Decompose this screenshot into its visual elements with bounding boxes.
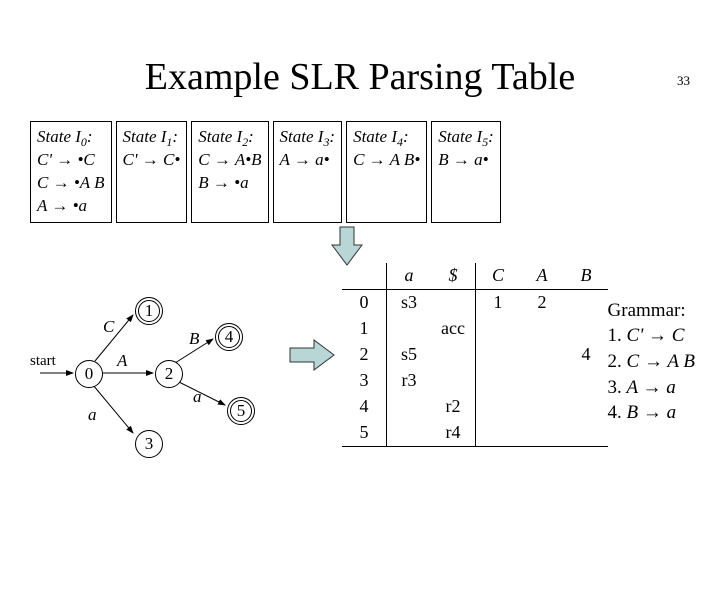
state-title: State I0:: [37, 126, 105, 149]
table-cell: [476, 316, 521, 342]
table-col-header: B: [564, 263, 608, 290]
table-cell: 1: [476, 289, 521, 316]
table-cell: [520, 420, 564, 447]
state-title: State I5:: [438, 126, 494, 149]
table-cell: s3: [387, 289, 432, 316]
state-box-5: State I5:B → a•: [431, 121, 501, 223]
table-cell: [520, 394, 564, 420]
table-col-header: A: [520, 263, 564, 290]
state-item: B → a•: [438, 149, 494, 172]
table-row-header: 3: [342, 368, 387, 394]
edge-label-C: C: [103, 317, 114, 337]
table-cell: acc: [431, 316, 476, 342]
table-cell: 2: [520, 289, 564, 316]
table-cell: [564, 316, 608, 342]
table-cell: [564, 420, 608, 447]
grammar-heading: Grammar:: [608, 298, 695, 324]
state-title: State I2:: [198, 126, 261, 149]
grammar-rule: 3. A → a: [608, 375, 695, 401]
dfa-node-4: 4: [215, 323, 243, 351]
state-item: A → a•: [280, 149, 336, 172]
state-box-4: State I4:C → A B•: [346, 121, 427, 223]
dfa-node-2: 2: [155, 360, 183, 388]
edge-label-A: A: [117, 351, 127, 371]
table-cell: [387, 394, 432, 420]
table-col-header: C: [476, 263, 521, 290]
table-cell: [387, 420, 432, 447]
table-row-header: 1: [342, 316, 387, 342]
grammar-block: Grammar: 1. C' → C2. C → A B3. A → a4. B…: [608, 298, 695, 426]
table-col-header: a: [387, 263, 432, 290]
edge-label-B: B: [189, 329, 199, 349]
dfa-node-3: 3: [135, 430, 163, 458]
start-label: start: [30, 353, 56, 370]
table-cell: [476, 368, 521, 394]
dfa-node-0: 0: [75, 360, 103, 388]
table-cell: [476, 342, 521, 368]
table-cell: [431, 368, 476, 394]
dfa-diagram: start C A a B a 012345: [35, 275, 265, 475]
table-row-header: 4: [342, 394, 387, 420]
table-cell: [476, 394, 521, 420]
table-row-header: 0: [342, 289, 387, 316]
state-title: State I1:: [123, 126, 181, 149]
table-cell: [520, 316, 564, 342]
state-item: C' → C•: [123, 149, 181, 172]
state-item: A → •a: [37, 195, 105, 218]
edge-label-a2: a: [193, 387, 202, 407]
table-row-header: 2: [342, 342, 387, 368]
page-number: 33: [677, 73, 690, 89]
state-item: B → •a: [198, 172, 261, 195]
state-box-3: State I3:A → a•: [273, 121, 343, 223]
page-title: Example SLR Parsing Table: [0, 55, 720, 99]
grammar-rule: 4. B → a: [608, 400, 695, 426]
table-cell: [564, 368, 608, 394]
table-cell: r2: [431, 394, 476, 420]
table-cell: r4: [431, 420, 476, 447]
table-cell: [476, 420, 521, 447]
states-row: State I0:C' → •CC → •A BA → •aState I1:C…: [0, 121, 720, 223]
grammar-rule: 2. C → A B: [608, 349, 695, 375]
table-cell: [387, 316, 432, 342]
state-title: State I4:: [353, 126, 420, 149]
down-arrow-icon: [330, 225, 364, 267]
state-box-1: State I1:C' → C•: [116, 121, 188, 223]
table-cell: [520, 342, 564, 368]
table-col-header: $: [431, 263, 476, 290]
table-cell: s5: [387, 342, 432, 368]
state-box-2: State I2:C → A•BB → •a: [191, 121, 268, 223]
state-title: State I3:: [280, 126, 336, 149]
table-cell: 4: [564, 342, 608, 368]
right-arrow-icon: [288, 338, 336, 372]
table-cell: [564, 394, 608, 420]
dfa-node-5: 5: [227, 397, 255, 425]
table-cell: r3: [387, 368, 432, 394]
state-item: C → A B•: [353, 149, 420, 172]
state-item: C → A•B: [198, 149, 261, 172]
grammar-rule: 1. C' → C: [608, 323, 695, 349]
state-item: C → •A B: [37, 172, 105, 195]
table-row-header: 5: [342, 420, 387, 447]
edge-label-a1: a: [88, 405, 97, 425]
table-cell: [564, 289, 608, 316]
table-cell: [520, 368, 564, 394]
state-item: C' → •C: [37, 149, 105, 172]
parsing-table: a$CAB0s3121acc2s543r34r25r4: [342, 263, 608, 447]
dfa-node-1: 1: [135, 297, 163, 325]
table-cell: [431, 289, 476, 316]
table-cell: [431, 342, 476, 368]
state-box-0: State I0:C' → •CC → •A BA → •a: [30, 121, 112, 223]
